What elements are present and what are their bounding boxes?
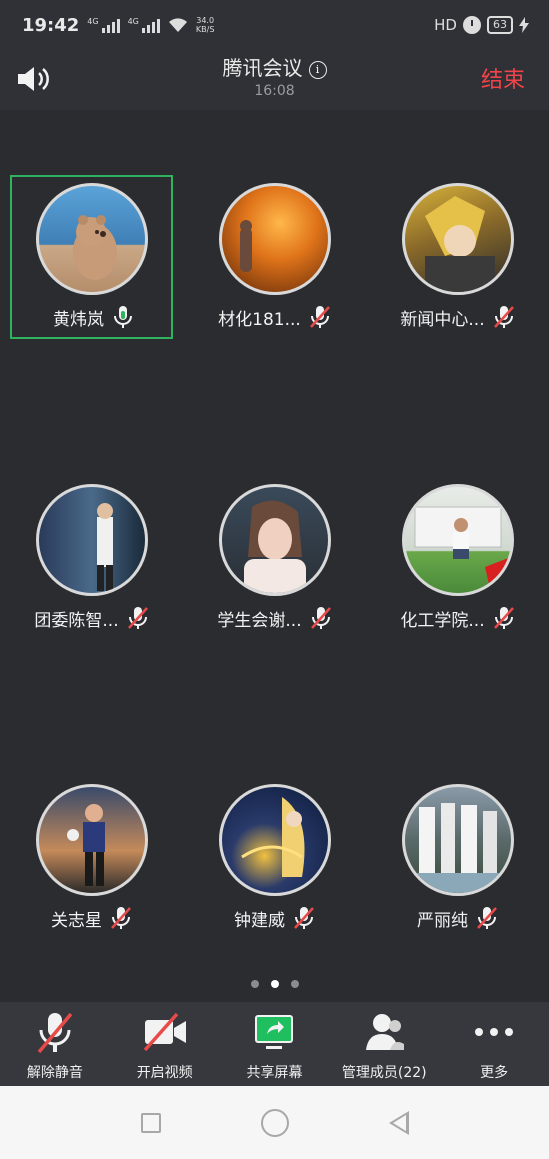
avatar xyxy=(36,484,148,596)
mic-on-icon[interactable] xyxy=(112,305,134,329)
more-button[interactable]: 更多 xyxy=(439,1002,549,1086)
avatar xyxy=(36,784,148,896)
participant-grid: 黄炜岚 材化181... 新闻中心... 团委陈智... 学生会谢... 化工学… xyxy=(0,110,549,1000)
system-nav-bar xyxy=(0,1086,549,1159)
manage-members-button[interactable]: 管理成员(22) xyxy=(329,1002,439,1086)
participant-name-row: 严丽纯 xyxy=(376,906,539,931)
signal-icon-1: 4G xyxy=(87,17,120,33)
home-icon[interactable] xyxy=(260,1108,289,1137)
end-meeting-button[interactable]: 结束 xyxy=(481,62,525,94)
share-screen-label: 共享屏幕 xyxy=(246,1065,303,1081)
participant-tile[interactable]: 关志星 xyxy=(10,776,173,940)
participant-name-row: 学生会谢... xyxy=(193,606,356,631)
page-indicator[interactable] xyxy=(0,980,549,988)
avatar xyxy=(219,484,331,596)
participant-tile[interactable]: 学生会谢... xyxy=(193,476,356,640)
page-dot-active[interactable] xyxy=(270,980,279,988)
participant-name-row: 黄炜岚 xyxy=(12,305,175,330)
signal-icon-2: 4G xyxy=(128,17,160,33)
mic-off-icon[interactable] xyxy=(309,305,331,329)
participant-name: 严丽纯 xyxy=(417,910,468,931)
hd-indicator: HD xyxy=(434,16,457,34)
participant-name: 学生会谢... xyxy=(217,610,302,631)
participant-name: 关志星 xyxy=(51,910,102,931)
status-right: HD 63 xyxy=(434,16,529,34)
participant-name: 团委陈智... xyxy=(34,610,119,631)
share-screen-button[interactable]: 共享屏幕 xyxy=(220,1002,330,1086)
alarm-icon xyxy=(463,16,481,34)
manage-members-label: 管理成员(22) xyxy=(341,1065,427,1081)
participant-name-row: 新闻中心... xyxy=(376,305,539,330)
more-icon xyxy=(475,1028,514,1036)
mic-off-icon[interactable] xyxy=(493,305,515,329)
participant-tile[interactable]: 新闻中心... xyxy=(376,175,539,339)
status-time: 19:42 xyxy=(22,14,80,36)
page-dot[interactable] xyxy=(290,980,299,988)
mic-off-icon[interactable] xyxy=(476,906,498,930)
participant-name: 化工学院... xyxy=(400,610,485,631)
participant-tile[interactable]: 化工学院... xyxy=(376,476,539,640)
mic-off-icon[interactable] xyxy=(493,606,515,630)
charging-icon xyxy=(519,17,529,33)
net-speed: 34.0 KB/S xyxy=(195,16,215,34)
recents-icon[interactable] xyxy=(140,1112,161,1133)
participant-tile[interactable]: 材化181... xyxy=(193,175,356,339)
avatar xyxy=(219,183,331,295)
meeting-duration: 16:08 xyxy=(254,83,295,99)
mic-off-icon[interactable] xyxy=(293,906,315,930)
info-icon[interactable]: i xyxy=(308,61,327,79)
meeting-title[interactable]: 腾讯会议 xyxy=(223,56,303,80)
meeting-header: 腾讯会议 i 16:08 结束 xyxy=(0,50,549,110)
mic-muted-icon xyxy=(37,1012,73,1054)
mic-off-icon[interactable] xyxy=(127,606,149,630)
participant-tile[interactable]: 严丽纯 xyxy=(376,776,539,940)
meeting-toolbar: 解除静音 开启视频 共享屏幕 管理成员(22) 更多 xyxy=(0,1002,549,1086)
start-video-button[interactable]: 开启视频 xyxy=(110,1002,220,1086)
participant-name-row: 关志星 xyxy=(10,906,173,931)
status-left: 19:42 4G 4G 34.0 KB/S xyxy=(22,15,214,36)
share-screen-icon xyxy=(255,1015,294,1049)
unmute-label: 解除静音 xyxy=(26,1065,83,1081)
mic-off-icon[interactable] xyxy=(110,906,132,930)
video-off-icon xyxy=(143,1012,186,1052)
back-icon[interactable] xyxy=(388,1110,409,1135)
participant-name-row: 团委陈智... xyxy=(10,606,173,631)
avatar xyxy=(36,183,148,295)
page-dot[interactable] xyxy=(250,980,259,988)
participant-name-row: 钟建威 xyxy=(193,906,356,931)
members-icon xyxy=(366,1014,405,1050)
avatar xyxy=(402,784,514,896)
wifi-icon xyxy=(168,18,187,32)
start-video-label: 开启视频 xyxy=(136,1065,193,1081)
more-label: 更多 xyxy=(480,1065,509,1081)
participant-name: 材化181... xyxy=(218,309,301,330)
participant-name: 新闻中心... xyxy=(400,309,485,330)
status-bar: 19:42 4G 4G 34.0 KB/S HD 63 xyxy=(0,0,549,50)
battery-indicator: 63 xyxy=(487,16,513,34)
participant-tile[interactable]: 团委陈智... xyxy=(10,476,173,640)
title-block: 腾讯会议 i 16:08 xyxy=(0,52,549,99)
participant-tile[interactable]: 黄炜岚 xyxy=(10,175,173,339)
unmute-button[interactable]: 解除静音 xyxy=(0,1002,110,1086)
avatar xyxy=(402,484,514,596)
participant-name-row: 化工学院... xyxy=(376,606,539,631)
participant-name-row: 材化181... xyxy=(193,305,356,330)
avatar xyxy=(219,784,331,896)
mic-off-icon[interactable] xyxy=(310,606,332,630)
avatar xyxy=(402,183,514,295)
participant-tile[interactable]: 钟建威 xyxy=(193,776,356,940)
participant-name: 黄炜岚 xyxy=(53,309,104,330)
participant-name: 钟建威 xyxy=(234,910,285,931)
